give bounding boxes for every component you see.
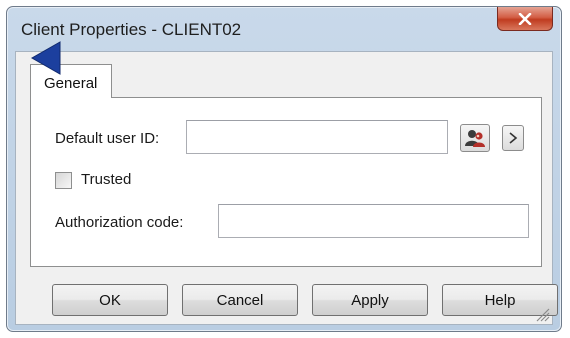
default-user-id-input[interactable] — [186, 120, 448, 154]
chevron-right-icon — [509, 132, 518, 144]
window-title: Client Properties - CLIENT02 — [21, 20, 242, 39]
default-user-id-label: Default user ID: — [55, 130, 160, 147]
title-bar[interactable]: Client Properties - CLIENT02 — [7, 7, 561, 51]
expand-button[interactable] — [502, 125, 524, 151]
trusted-label: Trusted — [81, 171, 132, 188]
authorization-code-input[interactable] — [218, 204, 529, 238]
general-tab-panel: Default user ID: Trusted Authorization c… — [30, 97, 542, 267]
dialog-body: General Default user ID: Trusted Authori… — [15, 51, 558, 325]
client-properties-dialog: Client Properties - CLIENT02 General Def… — [6, 6, 562, 332]
users-icon — [465, 130, 485, 147]
cancel-button[interactable]: Cancel — [182, 284, 298, 316]
apply-button[interactable]: Apply — [312, 284, 428, 316]
authorization-code-label: Authorization code: — [55, 214, 184, 231]
close-button[interactable] — [497, 7, 553, 31]
close-icon — [518, 12, 532, 25]
trusted-checkbox[interactable] — [55, 172, 72, 189]
resize-grip-icon[interactable] — [534, 306, 550, 322]
select-user-button[interactable] — [460, 124, 490, 152]
ok-button[interactable]: OK — [52, 284, 168, 316]
pointer-arrow-icon — [30, 41, 61, 75]
